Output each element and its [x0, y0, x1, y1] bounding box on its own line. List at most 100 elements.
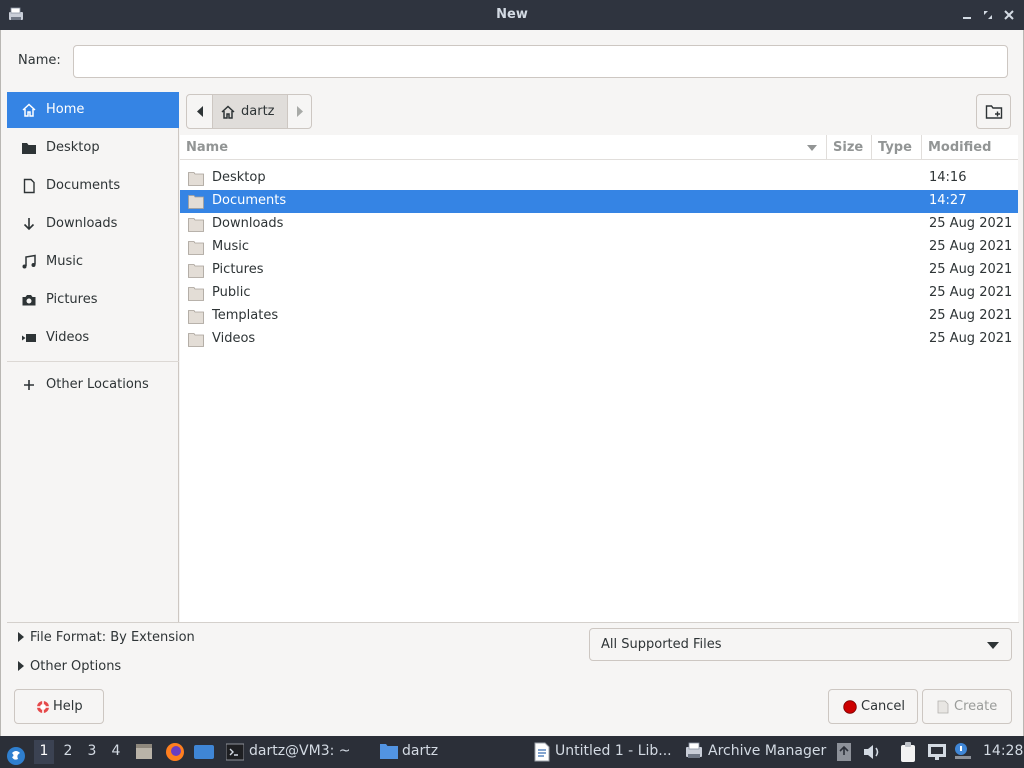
- folder-icon: [188, 287, 204, 301]
- file-modified: 25 Aug 2021: [929, 331, 1013, 346]
- start-menu-icon[interactable]: [5, 740, 27, 768]
- file-row-videos[interactable]: Videos 25 Aug 2021: [180, 328, 1018, 351]
- file-manager-launcher-icon[interactable]: [134, 742, 154, 762]
- column-header-modified[interactable]: Modified: [921, 135, 1018, 160]
- sidebar-item-downloads[interactable]: Downloads: [7, 206, 179, 242]
- folder-icon: [188, 241, 204, 255]
- workspace-3[interactable]: 3: [82, 743, 102, 759]
- folder-icon: [188, 333, 204, 347]
- file-row-desktop[interactable]: Desktop 14:16: [180, 167, 1018, 190]
- path-crumb-home[interactable]: dartz: [213, 95, 287, 128]
- folder-icon: [22, 143, 36, 154]
- new-folder-button[interactable]: [976, 94, 1011, 129]
- path-back-button[interactable]: [187, 95, 213, 128]
- firefox-launcher-icon[interactable]: [164, 741, 186, 763]
- taskbar-clock[interactable]: 14:28: [983, 743, 1023, 759]
- sidebar-item-videos[interactable]: Videos: [7, 320, 179, 356]
- close-icon: [1004, 10, 1014, 20]
- file-row-music[interactable]: Music 25 Aug 2021: [180, 236, 1018, 259]
- plus-icon: [24, 380, 34, 390]
- clipboard-icon[interactable]: [898, 741, 918, 763]
- other-options-expander[interactable]: Other Options: [18, 659, 121, 674]
- minimize-button[interactable]: [960, 8, 974, 22]
- file-name: Music: [212, 239, 249, 254]
- tray-updates-icon[interactable]: [836, 742, 852, 762]
- cancel-stop-icon: [843, 700, 857, 714]
- desktop-show-icon[interactable]: [193, 743, 215, 761]
- close-button[interactable]: [1002, 8, 1016, 22]
- workspace-label: 4: [111, 743, 121, 759]
- path-crumb-label: dartz: [241, 104, 275, 119]
- file-modified: 25 Aug 2021: [929, 262, 1013, 277]
- column-header-name[interactable]: Name: [180, 135, 826, 160]
- column-header-label: Type: [878, 140, 912, 155]
- file-name: Documents: [212, 193, 287, 208]
- sidebar-item-pictures[interactable]: Pictures: [7, 282, 179, 318]
- file-filter-dropdown[interactable]: All Supported Files: [589, 628, 1012, 661]
- path-bar: dartz: [186, 94, 312, 129]
- workspace-4[interactable]: 4: [106, 743, 126, 759]
- notification-info-icon[interactable]: [953, 741, 973, 763]
- workspace-1[interactable]: 1: [34, 740, 54, 764]
- workspace-2[interactable]: 2: [58, 743, 78, 759]
- file-row-pictures[interactable]: Pictures 25 Aug 2021: [180, 259, 1018, 282]
- folder-icon: [380, 744, 398, 759]
- workspace-label: 2: [63, 743, 73, 759]
- sidebar-item-music[interactable]: Music: [7, 244, 179, 280]
- chevron-right-icon: [297, 106, 303, 117]
- file-format-expander[interactable]: File Format: By Extension: [18, 630, 195, 645]
- network-wired-icon[interactable]: [927, 743, 947, 761]
- video-icon: [22, 334, 36, 342]
- file-filter-value: All Supported Files: [601, 637, 722, 652]
- file-name: Pictures: [212, 262, 264, 277]
- file-name: Videos: [212, 331, 256, 346]
- camera-icon: [22, 295, 36, 306]
- file-row-downloads[interactable]: Downloads 25 Aug 2021: [180, 213, 1018, 236]
- create-document-icon: [937, 700, 949, 714]
- path-forward-button[interactable]: [287, 95, 311, 128]
- taskbar-task-file-manager[interactable]: dartz: [402, 743, 438, 759]
- music-icon: [22, 254, 36, 269]
- taskbar-task-archive-manager[interactable]: Archive Manager: [708, 743, 826, 759]
- file-row-documents[interactable]: Documents 14:27: [180, 190, 1018, 213]
- sidebar-item-desktop[interactable]: Desktop: [7, 130, 179, 166]
- column-header-type[interactable]: Type: [871, 135, 921, 160]
- places-sidebar: Home Desktop Documents Downloads Music P…: [7, 92, 179, 622]
- taskbar-task-terminal[interactable]: dartz@VM3: ~: [249, 743, 351, 759]
- file-modified: 25 Aug 2021: [929, 239, 1013, 254]
- volume-icon[interactable]: [862, 742, 882, 762]
- sidebar-item-label: Pictures: [46, 292, 98, 307]
- sidebar-item-label: Music: [46, 254, 83, 269]
- sidebar-item-label: Home: [46, 102, 85, 117]
- sidebar-item-label: Other Locations: [46, 377, 149, 392]
- create-button[interactable]: Create: [922, 689, 1012, 724]
- cancel-button[interactable]: Cancel: [828, 689, 918, 724]
- sidebar-item-home[interactable]: Home: [7, 92, 179, 128]
- column-header-size[interactable]: Size: [826, 135, 871, 160]
- maximize-button[interactable]: [981, 8, 995, 22]
- folder-icon: [188, 195, 204, 209]
- file-name: Desktop: [212, 170, 266, 185]
- column-header-label: Size: [833, 140, 864, 155]
- file-row-templates[interactable]: Templates 25 Aug 2021: [180, 305, 1018, 328]
- workspace-label: 1: [39, 743, 49, 759]
- taskbar-task-writer[interactable]: Untitled 1 - Lib...: [555, 743, 672, 759]
- home-icon: [221, 105, 235, 119]
- workspace-label: 3: [87, 743, 97, 759]
- file-row-public[interactable]: Public 25 Aug 2021: [180, 282, 1018, 305]
- name-row: Name:: [1, 30, 1023, 90]
- archive-manager-icon: [686, 742, 702, 758]
- expander-arrow-icon: [18, 661, 24, 671]
- file-name: Public: [212, 285, 251, 300]
- sidebar-item-documents[interactable]: Documents: [7, 168, 179, 204]
- name-input[interactable]: [73, 45, 1008, 78]
- sidebar-item-label: Videos: [46, 330, 90, 345]
- options-separator: [7, 622, 1019, 623]
- help-button[interactable]: Help: [14, 689, 104, 724]
- column-header-label: Name: [186, 140, 229, 155]
- sidebar-item-other-locations[interactable]: Other Locations: [7, 367, 179, 403]
- name-label: Name:: [18, 53, 61, 68]
- file-modified: 25 Aug 2021: [929, 308, 1013, 323]
- sidebar-item-label: Downloads: [46, 216, 118, 231]
- folder-icon: [188, 310, 204, 324]
